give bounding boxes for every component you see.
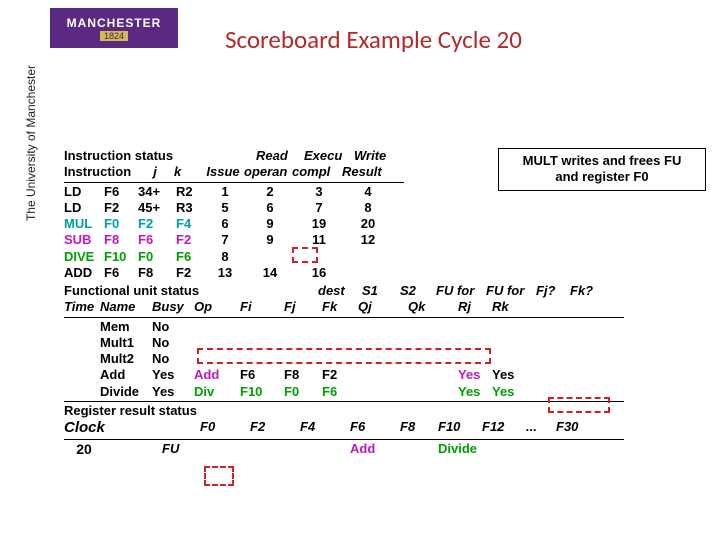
hdr-read: Read [256,148,304,164]
fu-status-label: Functional unit status [64,283,234,299]
scoreboard-tables: Instruction status Read Execu Write Inst… [64,148,692,458]
university-logo: MANCHESTER 1824 [50,8,178,48]
fu-label: FU [162,441,200,459]
hdr-k: k [174,164,202,180]
hdr-instruction: Instruction [64,164,136,180]
logo-text: MANCHESTER [67,16,162,30]
highlight-f0-cell [204,466,234,486]
slide-title: Scoreboard Example Cycle 20 [225,24,522,55]
instruction-status-label: Instruction status [64,148,214,164]
reg-status-label: Register result status [64,403,197,419]
sidebar-text: The University of Manchester [24,65,38,221]
clock-value: 20 [64,441,104,459]
hdr-issue: Issue [202,164,244,180]
hdr-j: j [136,164,174,180]
logo-year: 1824 [100,31,128,41]
hdr-exec: Execu [304,148,354,164]
hdr-write: Write [354,148,402,164]
university-sidebar: The University of Manchester [17,8,45,278]
hdr-write-res: Result [342,164,390,180]
hdr-read-op: operan [244,164,292,180]
clock-label: Clock [64,419,124,438]
hdr-exec-compl: compl [292,164,342,180]
